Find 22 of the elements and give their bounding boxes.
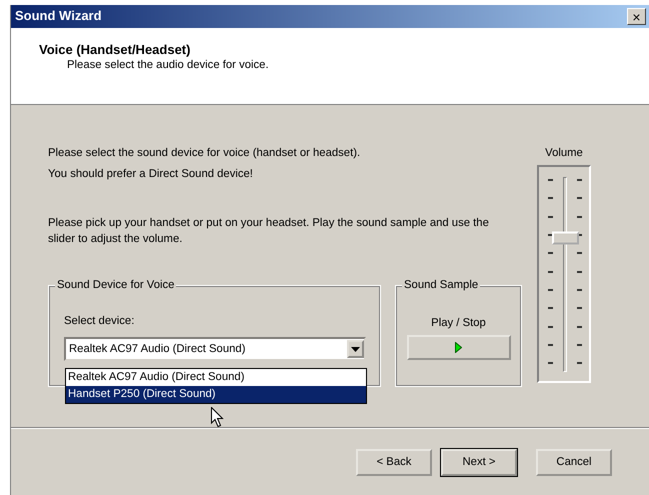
page-title: Voice (Handset/Headset) xyxy=(39,42,192,58)
dropdown-option[interactable]: Realtek AC97 Audio (Direct Sound) xyxy=(66,369,366,386)
device-dropdown[interactable]: Realtek AC97 Audio (Direct Sound) xyxy=(64,337,366,362)
intro-text: Please select the sound device for voice (handset or headset). xyxy=(48,146,362,160)
window-title: Sound Wizard xyxy=(15,8,102,25)
instructions-text: Please pick up your handset or put on your headset. Play the sound sample and use the slider to adjust the volume. xyxy=(48,216,490,248)
wizard-button[interactable]: Cancel xyxy=(536,449,612,476)
volume-slider[interactable] xyxy=(537,165,591,384)
device-label: Select device: xyxy=(64,314,136,328)
cursor-icon xyxy=(211,407,224,428)
wizard-button[interactable]: < Back xyxy=(356,449,432,476)
intro-text: You should prefer a Direct Sound device! xyxy=(48,167,254,182)
page-subtitle: Please select the audio device for voice. xyxy=(66,58,270,72)
play-icon xyxy=(455,342,462,354)
wizard-button[interactable]: Next > xyxy=(441,449,517,476)
dropdown-option[interactable]: Handset P250 (Direct Sound) xyxy=(66,386,366,403)
close-button[interactable]: × xyxy=(627,8,646,25)
group-legend: Sound Sample xyxy=(402,278,480,292)
volume-label: Volume xyxy=(545,146,583,160)
play-stop-label: Play / Stop xyxy=(430,316,487,330)
slider-thumb[interactable] xyxy=(552,231,579,244)
play-button[interactable] xyxy=(406,335,510,360)
